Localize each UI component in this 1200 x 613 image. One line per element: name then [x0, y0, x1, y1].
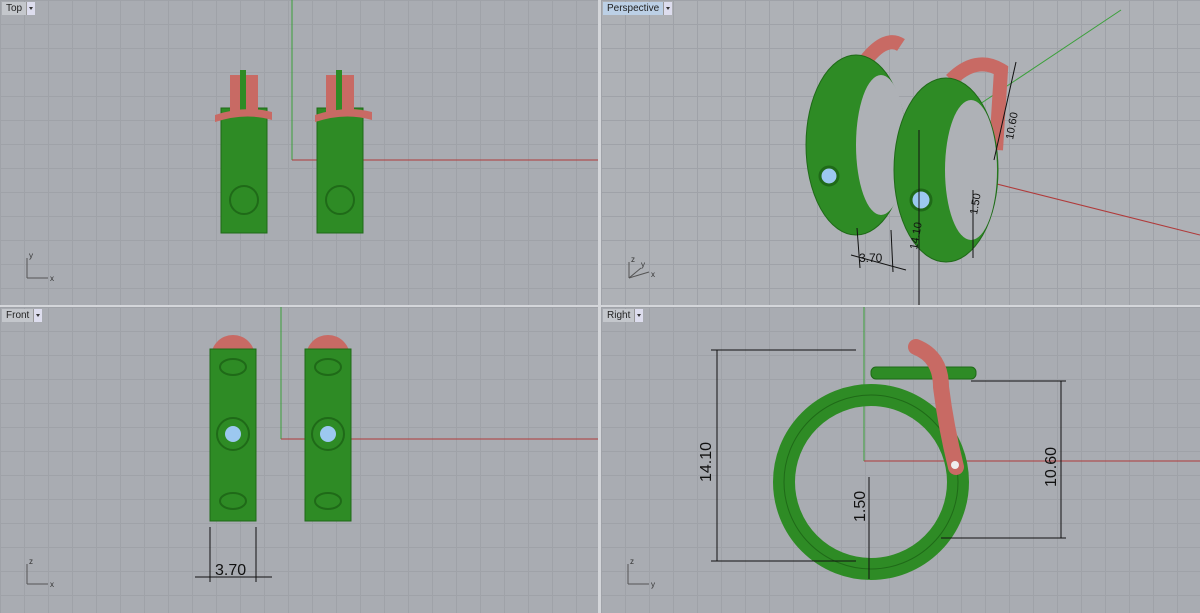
dropdown-arrow-icon[interactable] [26, 2, 36, 15]
dimension-inner-height: 10.60 [1004, 111, 1021, 140]
viewport-label-right[interactable]: Right [603, 309, 644, 322]
drawing-shape [711, 349, 1066, 579]
dimension-thickness: 1.50 [852, 491, 869, 522]
drawing-shape [951, 461, 959, 469]
viewport-title: Front [6, 310, 30, 321]
earring-left-top [215, 70, 272, 234]
viewport-label-perspective[interactable]: Perspective [603, 2, 673, 15]
axis-widget [26, 258, 48, 279]
axis-label-y: y [651, 580, 655, 589]
dimension-inner-height: 10.60 [1043, 447, 1060, 487]
earring-right-front [304, 335, 352, 522]
axis-label-x: x [50, 274, 54, 283]
drawing-shape [320, 426, 336, 442]
drawing-shape [628, 262, 650, 279]
drawing-shape [818, 165, 840, 187]
earring-right-top [315, 70, 372, 234]
axis-label-z: z [631, 255, 635, 264]
drawing-shape [240, 70, 246, 140]
perspective-view-canvas: 3.70 14.10 10.60 1.50 x y z [628, 9, 1200, 305]
viewport-title: Perspective [607, 3, 660, 14]
right-view-canvas: 14.10 10.60 1.50 y z [627, 307, 1200, 589]
dropdown-arrow-icon[interactable] [663, 2, 673, 15]
dimension-width: 3.70 [215, 562, 246, 579]
drawing-shape [870, 366, 977, 380]
axis-label-y: y [29, 251, 33, 260]
drawing-shape [26, 564, 48, 585]
drawing-shape [225, 426, 241, 442]
axis-label-y: y [641, 260, 645, 269]
axis-label-x: x [50, 580, 54, 589]
drawing-shape [860, 35, 905, 65]
dimension-outer-diameter: 14.10 [698, 442, 715, 482]
drawing-shape [773, 384, 969, 580]
top-view-canvas: x y [26, 0, 598, 283]
viewport-label-front[interactable]: Front [2, 309, 43, 322]
viewport-title: Top [6, 3, 23, 14]
axis-label-z: z [29, 557, 33, 566]
viewport-label-top[interactable]: Top [2, 2, 36, 15]
drawing-shape [336, 70, 342, 140]
axis-label-x: x [651, 270, 655, 279]
dimension-width: 3.70 [859, 251, 883, 265]
viewport-right[interactable]: Right 14.10 10.60 1.50 y z [601, 307, 1200, 613]
dropdown-arrow-icon[interactable] [634, 309, 644, 322]
axis-label-z: z [630, 557, 634, 566]
drawing-shape [945, 100, 997, 240]
viewport-perspective[interactable]: Perspective 3.70 14.10 10.60 1.50 x y z [601, 0, 1200, 305]
earring-left-front [209, 335, 257, 522]
viewport-front[interactable]: Front 3.70 x z [0, 307, 598, 613]
viewport-title: Right [607, 310, 631, 321]
front-view-canvas: 3.70 x z [26, 307, 598, 589]
dropdown-arrow-icon[interactable] [33, 309, 43, 322]
earring-side-view [773, 339, 977, 580]
earring-left-perspective [805, 35, 907, 236]
drawing-shape [909, 188, 933, 212]
drawing-shape [627, 564, 649, 585]
viewport-top[interactable]: Top x y [0, 0, 598, 305]
